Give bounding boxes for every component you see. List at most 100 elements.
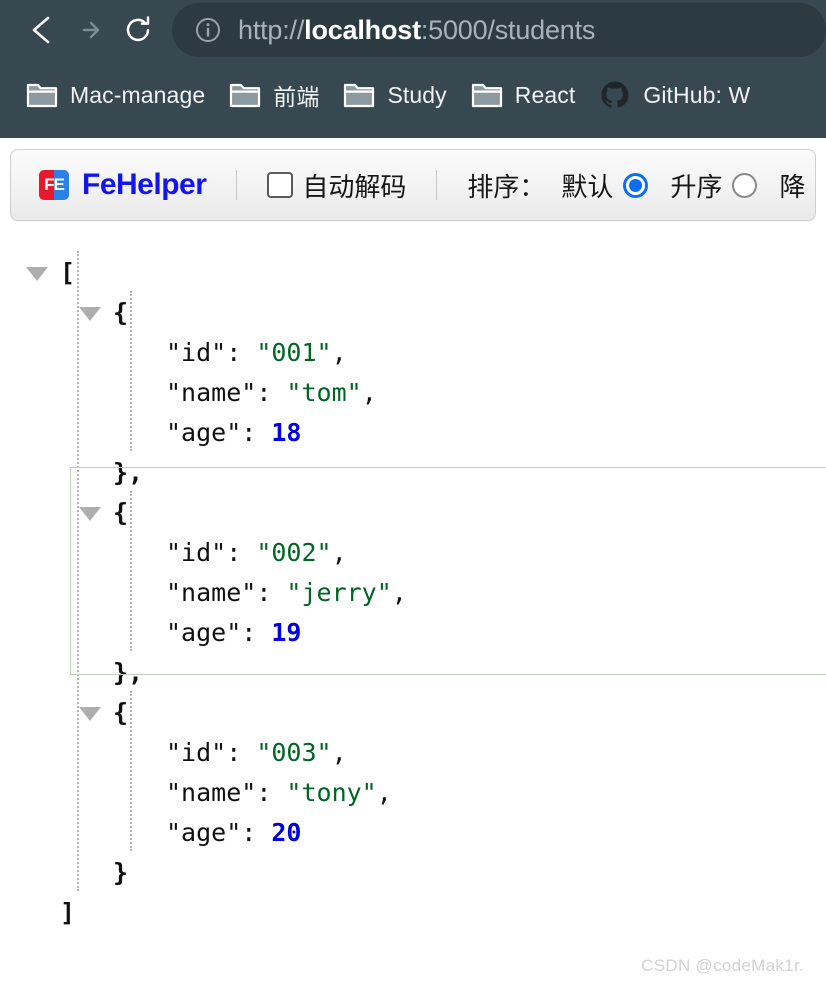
bookmark-label: React [514, 81, 576, 108]
json-token-key: "age" [166, 818, 242, 847]
json-token-key: "name" [166, 778, 257, 807]
json-line: { [0, 693, 826, 733]
collapse-triangle-icon[interactable] [79, 507, 101, 521]
bookmark-mac-manage[interactable]: Mac-manage [16, 77, 219, 113]
json-token-plain: : [241, 618, 272, 647]
folder-icon [344, 83, 375, 108]
back-arrow-icon [32, 16, 50, 44]
indent-guide [77, 251, 79, 891]
json-token-plain: : [241, 418, 272, 447]
toolbar-divider [436, 170, 438, 200]
json-viewer[interactable]: [{"id": "001", "name": "tom", "age": 18},{… [0, 221, 826, 933]
json-token-key: "age" [166, 418, 242, 447]
sort-option-default-radio[interactable] [623, 172, 649, 198]
json-token-punct: { [113, 298, 129, 327]
json-token-punct: { [113, 498, 129, 527]
sort-label: 排序： [467, 171, 546, 202]
json-token-plain: , [376, 778, 392, 807]
json-token-key: "name" [166, 578, 257, 607]
json-line: "name": "jerry", [0, 573, 826, 613]
indent-guide [130, 491, 132, 651]
json-line: "id": "003", [0, 733, 826, 773]
forward-arrow-icon [82, 21, 100, 39]
json-line-text: "name": "jerry", [166, 573, 407, 613]
json-line-text: "age": 20 [166, 813, 301, 853]
address-bar[interactable]: http://localhost:5000/students [172, 3, 826, 57]
bookmark-label: Study [387, 81, 447, 108]
json-line: } [0, 853, 826, 893]
collapse-triangle-icon[interactable] [26, 267, 48, 281]
json-line-text: } [113, 853, 128, 893]
json-token-punct: [ [60, 258, 76, 287]
sort-option-default-label: 默认 [561, 171, 614, 202]
fehelper-toolbar-wrapper: FE FeHelper 自动解码 排序： 默认 升序 降 [0, 138, 826, 221]
json-line: "name": "tony", [0, 773, 826, 813]
json-token-plain: : [226, 538, 257, 567]
auto-decode-option[interactable]: 自动解码 [267, 167, 406, 204]
bookmark-github[interactable]: GitHub: W [589, 75, 764, 115]
json-line-text: "id": "003", [166, 733, 347, 773]
json-token-plain: , [331, 538, 347, 567]
json-token-str: "001" [256, 338, 332, 367]
json-line-text: ] [60, 893, 75, 933]
json-line: "id": "001", [0, 333, 826, 373]
json-token-punct: }, [113, 658, 144, 687]
json-line-text: [ [60, 253, 75, 293]
json-token-key: "id" [166, 338, 227, 367]
json-token-key: "name" [166, 378, 257, 407]
collapse-triangle-icon[interactable] [79, 707, 101, 721]
toolbar-divider [236, 170, 238, 200]
auto-decode-checkbox[interactable] [267, 172, 294, 198]
json-token-str: "jerry" [286, 578, 392, 607]
json-line-text: "id": "002", [166, 533, 347, 573]
json-token-plain: : [226, 338, 257, 367]
json-line: { [0, 293, 826, 333]
indent-guide [130, 291, 132, 451]
folder-icon [230, 83, 261, 108]
bookmark-frontend[interactable]: 前端 [219, 74, 333, 116]
info-circle-icon[interactable] [194, 16, 222, 44]
json-line-text: "age": 18 [166, 413, 301, 453]
sort-option-asc-radio[interactable] [732, 172, 758, 198]
sort-option-asc[interactable]: 升序 [670, 167, 758, 204]
reload-button[interactable] [114, 6, 162, 54]
fehelper-logo-text: FE [44, 175, 65, 194]
json-token-num: 20 [271, 818, 302, 847]
json-token-punct: } [113, 858, 129, 887]
json-token-plain: : [256, 778, 287, 807]
json-line: [ [0, 253, 826, 293]
json-token-str: "003" [256, 738, 332, 767]
collapse-triangle-icon[interactable] [79, 307, 101, 321]
json-line-text: { [113, 493, 128, 533]
json-line-text: "age": 19 [166, 613, 301, 653]
json-line: "age": 20 [0, 813, 826, 853]
json-token-str: "tony" [286, 778, 377, 807]
json-line: { [0, 493, 826, 533]
json-token-plain: , [331, 338, 347, 367]
json-token-punct: }, [113, 458, 144, 487]
auto-decode-label: 自动解码 [302, 171, 407, 202]
json-line: "age": 18 [0, 413, 826, 453]
json-token-str: "tom" [286, 378, 362, 407]
url-scheme: http:// [238, 14, 305, 45]
json-line: }, [0, 653, 826, 693]
fehelper-toolbar: FE FeHelper 自动解码 排序： 默认 升序 降 [10, 149, 816, 221]
url-text: http://localhost:5000/students [238, 15, 595, 46]
url-host: localhost [304, 14, 421, 45]
watermark: CSDN @codeMak1r. [641, 956, 804, 975]
json-line-text: { [113, 293, 128, 333]
forward-button[interactable] [66, 6, 114, 54]
bookmark-study[interactable]: Study [333, 77, 460, 113]
json-line: }, [0, 453, 826, 493]
json-token-plain: , [361, 378, 377, 407]
json-line: ] [0, 893, 826, 933]
url-path: :5000/students [420, 14, 596, 45]
json-token-key: "id" [166, 538, 227, 567]
json-token-punct: ] [60, 898, 76, 927]
back-button[interactable] [18, 6, 66, 54]
json-token-num: 18 [271, 418, 302, 447]
bookmark-label: 前端 [273, 84, 320, 110]
bookmark-react[interactable]: React [461, 77, 590, 113]
sort-option-default[interactable]: 默认 [561, 167, 649, 204]
json-line-text: "name": "tom", [166, 373, 377, 413]
